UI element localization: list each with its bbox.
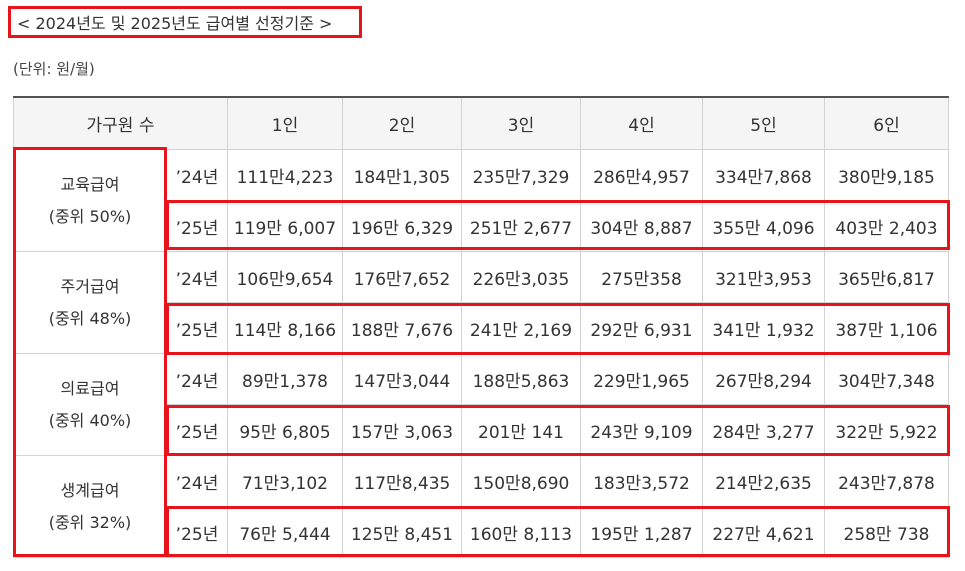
unit-note: (단위: 원/월) — [13, 60, 95, 78]
benefit-category: 생계급여 (중위 32%) — [13, 455, 167, 558]
amount-cell: 150만8,690 — [461, 455, 581, 507]
year-label: ’24년 — [166, 251, 228, 303]
header-size-6: 6인 — [824, 96, 949, 150]
amount-cell: 76만 5,444 — [227, 506, 343, 558]
amount-cell: 334만7,868 — [702, 149, 825, 201]
amount-cell: 304만7,348 — [824, 353, 949, 405]
amount-cell: 275만358 — [580, 251, 703, 303]
amount-cell: 286만4,957 — [580, 149, 703, 201]
benefit-name: 주거급여 — [60, 276, 120, 296]
amount-cell: 321만3,953 — [702, 251, 825, 303]
benefit-name: 생계급여 — [60, 480, 120, 500]
year-label: ’24년 — [166, 455, 228, 507]
header-size-5: 5인 — [702, 96, 825, 150]
header-size-3: 3인 — [461, 96, 581, 150]
amount-cell: 365만6,817 — [824, 251, 949, 303]
benefit-median-ratio: (중위 48%) — [48, 308, 132, 328]
amount-cell: 196만 6,329 — [342, 200, 462, 252]
amount-cell: 380만9,185 — [824, 149, 949, 201]
amount-cell: 355만 4,096 — [702, 200, 825, 252]
year-label: ’24년 — [166, 353, 228, 405]
year-label: ’25년 — [166, 404, 228, 456]
benefit-name: 의료급여 — [60, 378, 120, 398]
amount-cell: 160만 8,113 — [461, 506, 581, 558]
year-label: ’25년 — [166, 302, 228, 354]
amount-cell: 403만 2,403 — [824, 200, 949, 252]
amount-cell: 147만3,044 — [342, 353, 462, 405]
amount-cell: 243만 9,109 — [580, 404, 703, 456]
header-size-1: 1인 — [227, 96, 343, 150]
amount-cell: 114만 8,166 — [227, 302, 343, 354]
benefit-median-ratio: (중위 32%) — [48, 512, 132, 532]
amount-cell: 322만 5,922 — [824, 404, 949, 456]
amount-cell: 157만 3,063 — [342, 404, 462, 456]
header-size-2: 2인 — [342, 96, 462, 150]
benefit-name: 교육급여 — [60, 174, 120, 194]
amount-cell: 119만 6,007 — [227, 200, 343, 252]
table-row: 교육급여 (중위 50%) ’24년 111만4,223 184만1,305 235만7,… — [13, 149, 949, 252]
amount-cell: 227만 4,621 — [702, 506, 825, 558]
amount-cell: 387만 1,106 — [824, 302, 949, 354]
amount-cell: 341만 1,932 — [702, 302, 825, 354]
year-label: ’24년 — [166, 149, 228, 201]
amount-cell: 201만 141 — [461, 404, 581, 456]
amount-cell: 188만 7,676 — [342, 302, 462, 354]
amount-cell: 304만 8,887 — [580, 200, 703, 252]
header-row: 가구원 수 1인 2인 3인 4인 5인 6인 — [13, 96, 949, 150]
amount-cell: 292만 6,931 — [580, 302, 703, 354]
amount-cell: 89만1,378 — [227, 353, 343, 405]
table-row: 의료급여 (중위 40%) ’24년 89만1,378 147만3,044 188만5,8… — [13, 353, 949, 456]
header-size-4: 4인 — [580, 96, 703, 150]
year-label: ’25년 — [166, 506, 228, 558]
benefit-category: 의료급여 (중위 40%) — [13, 353, 167, 456]
benefit-category: 주거급여 (중위 48%) — [13, 251, 167, 354]
amount-cell: 258만 738 — [824, 506, 949, 558]
year-label: ’25년 — [166, 200, 228, 252]
amount-cell: 235만7,329 — [461, 149, 581, 201]
amount-cell: 183만3,572 — [580, 455, 703, 507]
amount-cell: 195만 1,287 — [580, 506, 703, 558]
amount-cell: 243만7,878 — [824, 455, 949, 507]
amount-cell: 267만8,294 — [702, 353, 825, 405]
amount-cell: 241만 2,169 — [461, 302, 581, 354]
amount-cell: 184만1,305 — [342, 149, 462, 201]
amount-cell: 214만2,635 — [702, 455, 825, 507]
amount-cell: 71만3,102 — [227, 455, 343, 507]
selection-criteria-table: 가구원 수 1인 2인 3인 4인 5인 6인 교육급여 (중위 50%) ’24년… — [13, 96, 949, 558]
amount-cell: 226만3,035 — [461, 251, 581, 303]
benefit-median-ratio: (중위 50%) — [48, 206, 132, 226]
amount-cell: 125만 8,451 — [342, 506, 462, 558]
benefit-category: 교육급여 (중위 50%) — [13, 149, 167, 252]
amount-cell: 251만 2,677 — [461, 200, 581, 252]
amount-cell: 106만9,654 — [227, 251, 343, 303]
amount-cell: 188만5,863 — [461, 353, 581, 405]
amount-cell: 284만 3,277 — [702, 404, 825, 456]
amount-cell: 176만7,652 — [342, 251, 462, 303]
benefit-median-ratio: (중위 40%) — [48, 410, 132, 430]
amount-cell: 95만 6,805 — [227, 404, 343, 456]
table-row: 생계급여 (중위 32%) ’24년 71만3,102 117만8,435 150만8,6… — [13, 455, 949, 558]
table-row: 주거급여 (중위 48%) ’24년 106만9,654 176만7,652 226만3,… — [13, 251, 949, 354]
amount-cell: 229만1,965 — [580, 353, 703, 405]
page-title: < 2024년도 및 2025년도 급여별 선정기준 > — [8, 6, 362, 38]
header-household: 가구원 수 — [13, 96, 228, 150]
amount-cell: 111만4,223 — [227, 149, 343, 201]
amount-cell: 117만8,435 — [342, 455, 462, 507]
